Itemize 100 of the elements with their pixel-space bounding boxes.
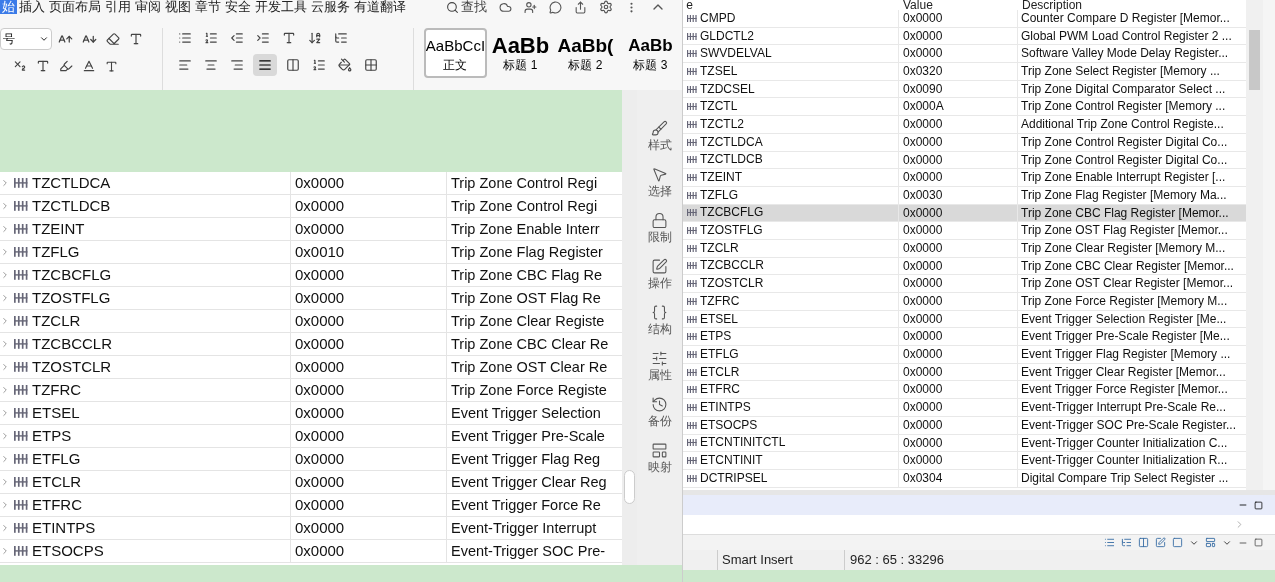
cloud-icon[interactable] bbox=[499, 0, 512, 14]
register-row[interactable]: TZOSTFLG 0x0000 Trip Zone OST Flag Register [Memor... bbox=[683, 222, 1246, 240]
register-row[interactable]: ETCNTINITCTL 0x0000 Event-Trigger Counter Initialization C... bbox=[683, 434, 1246, 453]
side-panel-button[interactable]: 操作 bbox=[647, 258, 672, 290]
menu-tab[interactable]: 安全 bbox=[223, 0, 253, 14]
align-center-icon bbox=[203, 58, 218, 72]
table-cell: Event-Trigger Counter Initialization C... bbox=[1021, 435, 1228, 450]
register-row[interactable]: SWVDELVAL 0x0000 Software Valley Mode Delay Register... bbox=[683, 45, 1246, 64]
table-cell: 0x0000 bbox=[903, 134, 943, 149]
scrollbar[interactable] bbox=[1246, 0, 1263, 490]
register-icon bbox=[687, 14, 697, 22]
side-panel-button[interactable]: 映射 bbox=[647, 442, 672, 474]
style-preset[interactable]: AaBb 标题 1 bbox=[489, 28, 552, 78]
register-row[interactable]: TZSEL 0x0320 Trip Zone Select Register [Memory ... bbox=[683, 63, 1246, 81]
register-row[interactable]: TZOSTCLR 0x0000 Trip Zone OST Clear Register [Memor... bbox=[683, 275, 1246, 293]
side-panel-button[interactable]: 限制 bbox=[647, 212, 672, 244]
table-cell: Trip Zone Control Register Digital Co... bbox=[1021, 134, 1228, 149]
menu-tab[interactable]: 页面布局 bbox=[47, 0, 103, 14]
register-row[interactable]: ETPS 0x0000 Event Trigger Pre-Scale Register [Me... bbox=[683, 328, 1246, 347]
table-cell: Trip Zone OST Flag Re bbox=[451, 290, 601, 306]
share-icon[interactable] bbox=[574, 0, 587, 14]
register-row[interactable]: ETINTPS 0x0000 Event-Trigger Interrupt Pre-Scale Re... bbox=[683, 399, 1246, 417]
register-row[interactable]: TZCTLDCB 0x0000 Trip Zone Control Register Digital Co... bbox=[683, 151, 1246, 170]
table-cell: Additional Trip Zone Control Registe... bbox=[1021, 117, 1224, 132]
register-icon bbox=[14, 477, 28, 487]
table-cell: 0x0000 bbox=[903, 311, 943, 326]
settings-icon[interactable] bbox=[599, 0, 613, 14]
register-row[interactable]: TZCTLDCA 0x0000 Trip Zone Control Register Digital Co... bbox=[683, 133, 1246, 152]
column-header[interactable]: e bbox=[683, 0, 899, 10]
scrollbar[interactable] bbox=[622, 90, 637, 565]
register-row[interactable]: GLDCTL2 0x0000 Global PWM Load Control Register 2 ... bbox=[683, 27, 1246, 46]
maximize-icon[interactable] bbox=[1254, 500, 1263, 510]
table-cell-text: ETCLR bbox=[32, 472, 82, 492]
table-cell: Trip Zone Select Register [Memory ... bbox=[1021, 64, 1220, 79]
register-row[interactable]: ETFRC 0x0000 Event Trigger Force Register [Memor... bbox=[683, 381, 1246, 400]
register-row[interactable]: TZFRC 0x0000 Trip Zone Force Register [Memory M... bbox=[683, 293, 1246, 311]
style-preset[interactable]: AaBb 标题 3 bbox=[619, 28, 682, 78]
user-plus-icon[interactable] bbox=[524, 0, 537, 14]
search-button[interactable]: 查找 bbox=[446, 0, 487, 14]
register-row[interactable]: TZDCSEL 0x0090 Trip Zone Digital Comparator Select ... bbox=[683, 80, 1246, 99]
pointer-icon bbox=[651, 166, 668, 183]
register-row[interactable]: ETSEL 0x0000 Event Trigger Selection Register [Me... bbox=[683, 310, 1246, 329]
table-cell: ETCLR bbox=[700, 363, 740, 381]
register-row[interactable]: TZFLG 0x0030 Trip Zone Flag Register [Memory Ma... bbox=[683, 186, 1246, 205]
table-cell-text: TZCLR bbox=[32, 311, 81, 331]
menu-tab[interactable]: 始 bbox=[0, 0, 17, 14]
register-row[interactable]: ETFLG 0x0000 Event Trigger Flag Register [Memory ... bbox=[683, 346, 1246, 364]
table-cell-text: ETFLG bbox=[32, 449, 81, 469]
style-preset[interactable]: AaBbCcI 正文 bbox=[423, 28, 487, 78]
paint-bucket-icon bbox=[337, 58, 352, 72]
side-panel-button[interactable]: 结构 bbox=[647, 304, 672, 336]
table-cell: Event Trigger Pre-Scale bbox=[451, 428, 605, 444]
table-cell: Trip Zone Control Register Digital Co... bbox=[1021, 152, 1228, 167]
menu-tab[interactable]: 审阅 bbox=[133, 0, 163, 14]
side-panel-button[interactable]: 备份 bbox=[647, 396, 672, 428]
register-row[interactable]: TZCLR 0x0000 Trip Zone Clear Register [Memory M... bbox=[683, 239, 1246, 258]
menu-tab[interactable]: 有道翻译 bbox=[352, 0, 408, 14]
layout-icon[interactable] bbox=[1205, 537, 1216, 548]
menu-tab[interactable]: 开发工具 bbox=[253, 0, 309, 14]
menu-tab[interactable]: 视图 bbox=[163, 0, 193, 14]
menu-tab[interactable]: 章节 bbox=[193, 0, 223, 14]
table-cell: Trip Zone Force Register [Memory M... bbox=[1021, 294, 1228, 308]
register-icon bbox=[687, 280, 697, 288]
register-row[interactable]: ETSOCPS 0x0000 Event-Trigger SOC Pre-Scale Register... bbox=[683, 416, 1246, 435]
register-row[interactable]: CMPD 0x0000 Counter Compare D Register [Memor... bbox=[683, 10, 1246, 28]
menu-tab[interactable]: 云服务 bbox=[309, 0, 352, 14]
table-cell: 0x0000 bbox=[903, 435, 943, 450]
register-row[interactable]: TZCTL2 0x0000 Additional Trip Zone Control Registe... bbox=[683, 116, 1246, 134]
table-cell: TZCTLDCB bbox=[700, 151, 763, 169]
column-header[interactable]: Value bbox=[899, 0, 1018, 10]
register-row[interactable]: ETCNTINIT 0x0000 Event-Trigger Counter Initialization R... bbox=[683, 452, 1246, 470]
register-row[interactable]: TZEINT 0x0000 Trip Zone Enable Interrupt Register [... bbox=[683, 169, 1246, 187]
side-panel-button[interactable]: 样式 bbox=[647, 120, 672, 152]
table-cell: Trip Zone Flag Register bbox=[451, 244, 603, 260]
font-size-dropdown[interactable]: 号 bbox=[0, 28, 52, 50]
style-preset[interactable]: AaBb( 标题 2 bbox=[554, 28, 617, 78]
register-row[interactable]: TZCTL 0x000A Trip Zone Control Register [Memory ... bbox=[683, 98, 1246, 117]
columns-icon[interactable] bbox=[1138, 537, 1149, 548]
eraser-icon bbox=[106, 32, 120, 46]
menu-tab[interactable]: 插入 bbox=[17, 0, 47, 14]
table-cell: TZOSTCLR bbox=[700, 275, 764, 293]
table-cell: Event-Trigger SOC Pre-Scale Register... bbox=[1021, 417, 1236, 432]
menu-tab[interactable]: 引用 bbox=[103, 0, 133, 14]
register-icon bbox=[687, 191, 697, 199]
register-row[interactable]: ETCLR 0x0000 Event Trigger Clear Register [Memor... bbox=[683, 363, 1246, 382]
register-icon bbox=[687, 315, 697, 323]
justify-button[interactable] bbox=[252, 54, 277, 76]
register-row[interactable]: TZCBCCLR 0x0000 Trip Zone CBC Clear Register [Memor... bbox=[683, 257, 1246, 276]
side-panel-button[interactable]: 属性 bbox=[647, 350, 672, 382]
table-cell: ETINTPS bbox=[700, 398, 751, 416]
register-row[interactable]: DCTRIPSEL 0x0304 Digital Compare Trip Select Register ... bbox=[683, 469, 1246, 488]
column-header[interactable]: Description bbox=[1018, 0, 1246, 10]
comment-icon[interactable] bbox=[549, 0, 562, 14]
tree-icon[interactable] bbox=[1121, 537, 1132, 548]
table-cell: ETCNTINIT bbox=[700, 452, 763, 470]
maximize-icon[interactable] bbox=[1254, 538, 1263, 547]
list-icon[interactable] bbox=[1104, 537, 1115, 548]
table-cell: 0x0000 bbox=[295, 404, 345, 421]
register-icon bbox=[14, 546, 28, 556]
side-panel-button[interactable]: 选择 bbox=[647, 166, 672, 198]
